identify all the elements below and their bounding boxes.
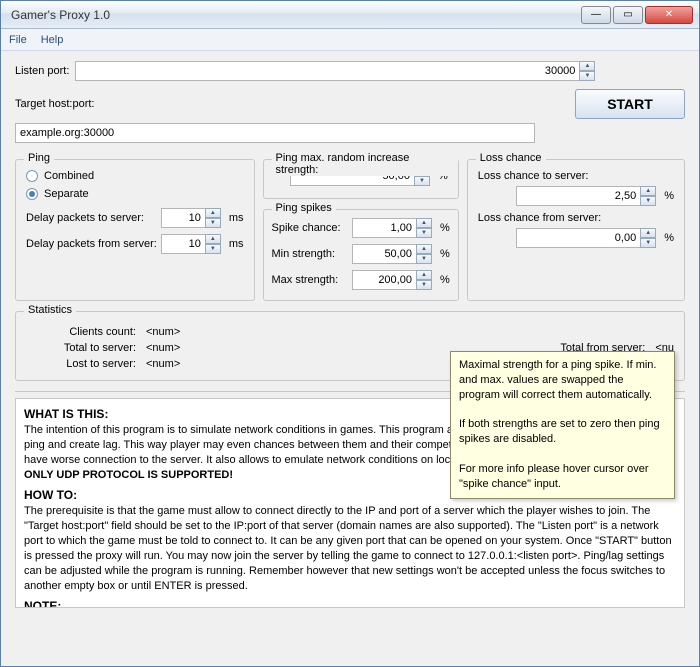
maximize-button[interactable]: ▭	[613, 6, 643, 24]
info-h3: NOTE:	[24, 599, 676, 608]
delay-from-field[interactable]: ▲▼	[161, 234, 221, 254]
target-input[interactable]	[15, 123, 535, 143]
stats-title: Statistics	[24, 304, 76, 316]
loss-group: Loss chance Loss chance to server: ▲▼% L…	[467, 159, 685, 301]
listen-label: Listen port:	[15, 65, 69, 77]
spike-max-field[interactable]: ▲▼	[352, 270, 432, 290]
loss-to-field[interactable]: ▲▼	[516, 186, 656, 206]
pingmax-title: Ping max. random increase strength:	[272, 152, 458, 176]
radio-icon	[26, 170, 38, 182]
window-controls: — ▭ ✕	[581, 6, 693, 24]
chevron-up-icon[interactable]: ▲	[579, 61, 595, 71]
listen-port-input[interactable]	[75, 61, 579, 81]
spikes-group: Ping spikes Spike chance:▲▼% Min strengt…	[263, 209, 459, 301]
delay-to-field[interactable]: ▲▼	[161, 208, 221, 228]
radio-icon	[26, 188, 38, 200]
chevron-down-icon[interactable]: ▼	[579, 71, 595, 81]
pingmax-group: Ping max. random increase strength: ▲▼ %	[263, 159, 459, 199]
total-to-value: <num>	[146, 342, 180, 354]
radio-combined[interactable]: Combined	[26, 170, 244, 182]
delay-from-label: Delay packets from server:	[26, 238, 157, 250]
loss-from-field[interactable]: ▲▼	[516, 228, 656, 248]
listen-port-field[interactable]: ▲▼	[75, 61, 595, 81]
target-label: Target host:port:	[15, 98, 95, 110]
clients-value: <num>	[146, 326, 180, 338]
loss-title: Loss chance	[476, 152, 546, 164]
listen-row: Listen port: ▲▼	[15, 61, 685, 81]
minimize-button[interactable]: —	[581, 6, 611, 24]
ping-title: Ping	[24, 152, 54, 164]
lost-to-value: <num>	[146, 358, 180, 370]
close-button[interactable]: ✕	[645, 6, 693, 24]
menu-help[interactable]: Help	[41, 34, 64, 46]
tooltip: Maximal strength for a ping spike. If mi…	[450, 351, 675, 499]
spike-min-field[interactable]: ▲▼	[352, 244, 432, 264]
spikes-title: Ping spikes	[272, 202, 336, 214]
window-title: Gamer's Proxy 1.0	[11, 8, 581, 22]
titlebar[interactable]: Gamer's Proxy 1.0 — ▭ ✕	[1, 1, 699, 29]
content-area: Listen port: ▲▼ Target host:port: START …	[1, 51, 699, 666]
menu-file[interactable]: File	[9, 34, 27, 46]
delay-to-label: Delay packets to server:	[26, 212, 144, 224]
radio-separate[interactable]: Separate	[26, 188, 244, 200]
app-window: Gamer's Proxy 1.0 — ▭ ✕ File Help Listen…	[0, 0, 700, 667]
menu-bar: File Help	[1, 29, 699, 51]
ping-group: Ping Combined Separate Delay packets to …	[15, 159, 255, 301]
start-button[interactable]: START	[575, 89, 685, 119]
spike-chance-field[interactable]: ▲▼	[352, 218, 432, 238]
